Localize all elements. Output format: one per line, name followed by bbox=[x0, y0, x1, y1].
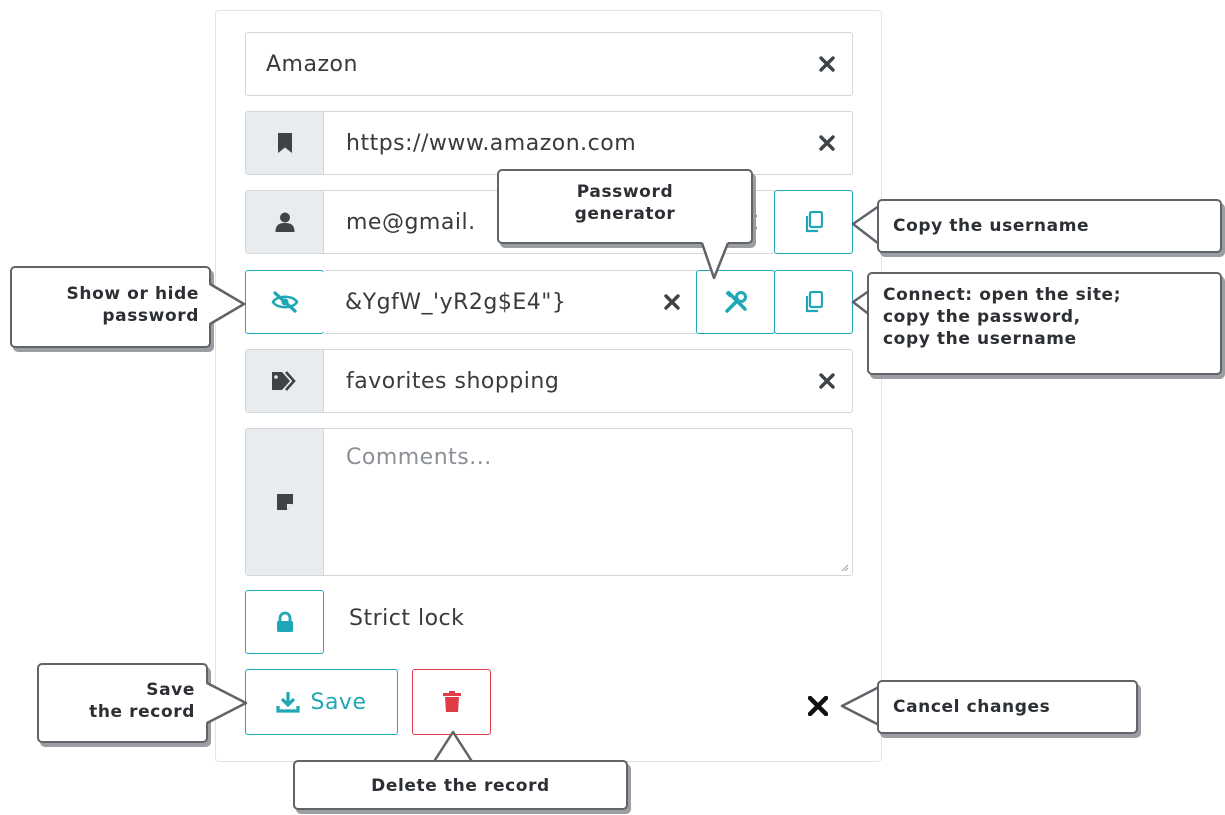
callout-show-hide-password: Show or hide password bbox=[10, 266, 211, 348]
callout-pointer bbox=[208, 282, 246, 326]
callout-password-generator-line1: Password bbox=[576, 182, 674, 202]
close-icon[interactable] bbox=[661, 291, 683, 313]
note-icon bbox=[276, 494, 293, 510]
copy-icon bbox=[805, 291, 823, 313]
callout-cancel-text: Cancel changes bbox=[893, 697, 1051, 717]
callout-connect-line1: Connect: open the site; bbox=[883, 285, 1122, 305]
callout-cancel-changes: Cancel changes bbox=[877, 680, 1138, 734]
callout-save-line2: the record bbox=[89, 702, 195, 722]
callout-connect-line3: copy the username bbox=[883, 329, 1077, 349]
callout-pointer bbox=[700, 242, 730, 280]
close-icon[interactable] bbox=[816, 53, 838, 75]
lock-icon bbox=[276, 611, 293, 632]
tags-value: favorites shopping bbox=[346, 368, 560, 394]
url-addon bbox=[246, 112, 324, 174]
callout-password-generator: Password generator bbox=[497, 169, 753, 244]
cancel-button[interactable] bbox=[806, 694, 830, 718]
tags-field[interactable]: favorites shopping bbox=[245, 349, 853, 413]
comments-field[interactable]: Comments... bbox=[245, 428, 853, 576]
save-button[interactable]: Save bbox=[245, 669, 398, 735]
callout-show-hide-line2: password bbox=[102, 306, 199, 326]
comments-addon bbox=[246, 429, 324, 575]
username-value: me@gmail. bbox=[346, 209, 476, 235]
download-icon bbox=[276, 692, 301, 713]
callout-copy-username-text: Copy the username bbox=[893, 216, 1090, 236]
eye-slash-icon bbox=[271, 291, 298, 313]
user-icon bbox=[275, 212, 294, 232]
close-icon[interactable] bbox=[816, 370, 838, 392]
tags-addon bbox=[246, 350, 324, 412]
trash-icon bbox=[442, 691, 461, 712]
strict-lock-label: Strict lock bbox=[349, 606, 465, 631]
callout-delete-record: Delete the record bbox=[293, 760, 628, 810]
tag-icon bbox=[271, 371, 296, 391]
url-field[interactable]: https://www.amazon.com bbox=[245, 111, 853, 175]
save-label: Save bbox=[310, 689, 367, 715]
delete-button[interactable] bbox=[412, 669, 491, 735]
password-value: &YgfW_'yR2g$E4"} bbox=[345, 289, 567, 315]
close-icon bbox=[808, 696, 828, 716]
copy-icon bbox=[805, 211, 823, 233]
callout-password-generator-line2: generator bbox=[574, 204, 676, 224]
callout-save-line1: Save bbox=[146, 680, 195, 700]
username-addon bbox=[246, 191, 324, 253]
show-hide-password-button[interactable] bbox=[245, 270, 324, 334]
url-value: https://www.amazon.com bbox=[346, 130, 637, 156]
copy-password-button[interactable] bbox=[774, 270, 853, 334]
callout-show-hide-line1: Show or hide bbox=[66, 284, 199, 304]
callout-pointer bbox=[205, 681, 248, 725]
title-field[interactable]: Amazon bbox=[245, 32, 853, 96]
title-value: Amazon bbox=[266, 51, 358, 77]
resize-handle-icon[interactable] bbox=[841, 564, 849, 572]
callout-delete-text: Delete the record bbox=[371, 776, 550, 796]
tools-icon bbox=[724, 290, 747, 313]
callout-connect: Connect: open the site; copy the passwor… bbox=[867, 272, 1222, 375]
password-field[interactable]: &YgfW_'yR2g$E4"} bbox=[323, 270, 698, 334]
callout-save-record: Save the record bbox=[37, 663, 208, 743]
bookmark-icon bbox=[277, 133, 292, 153]
strict-lock-toggle[interactable] bbox=[245, 590, 324, 654]
comments-placeholder: Comments... bbox=[346, 445, 492, 470]
callout-connect-line2: copy the password, bbox=[883, 307, 1081, 327]
copy-username-button[interactable] bbox=[774, 190, 853, 254]
callout-copy-username: Copy the username bbox=[877, 199, 1222, 253]
close-icon[interactable] bbox=[816, 132, 838, 154]
